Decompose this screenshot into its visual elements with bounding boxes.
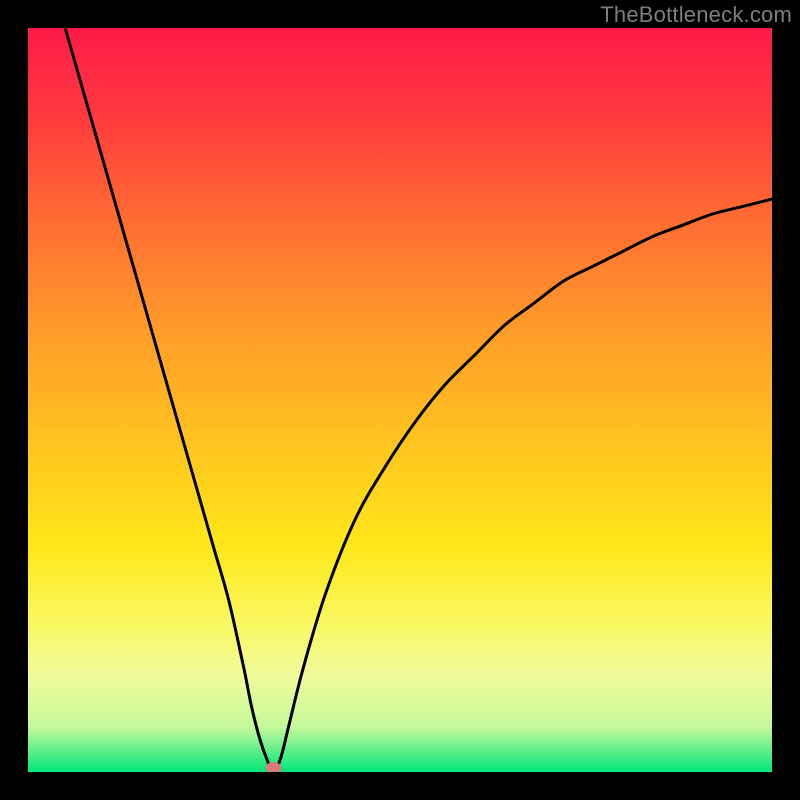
plot-area [28, 28, 772, 772]
plot-frame [28, 28, 772, 772]
watermark-text: TheBottleneck.com [600, 2, 792, 28]
plot-svg [28, 28, 772, 772]
gradient-background [28, 28, 772, 772]
